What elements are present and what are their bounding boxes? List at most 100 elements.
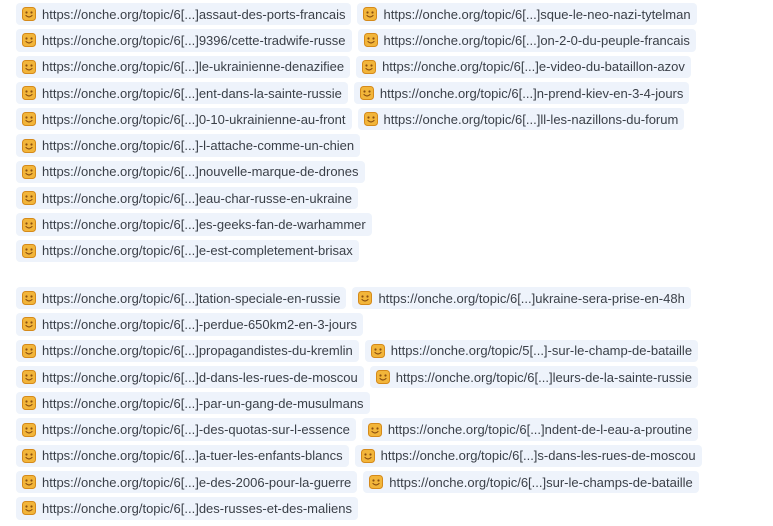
- smiley-icon: [22, 317, 36, 332]
- link-row: https://onche.org/topic/6[...]e-des-2006…: [16, 471, 773, 494]
- topic-link[interactable]: https://onche.org/topic/6[...]eau-char-r…: [16, 187, 358, 210]
- link-group: https://onche.org/topic/6[...]assaut-des…: [0, 0, 773, 262]
- topic-link-text: https://onche.org/topic/6[...]eau-char-r…: [42, 190, 352, 206]
- topic-link[interactable]: https://onche.org/topic/6[...]-par-un-ga…: [16, 392, 370, 415]
- topic-link[interactable]: https://onche.org/topic/6[...]a-tuer-les…: [16, 444, 349, 468]
- topic-link-text: https://onche.org/topic/6[...]0-10-ukrai…: [42, 111, 346, 127]
- smiley-icon: [22, 370, 36, 384]
- topic-link-text: https://onche.org/topic/6[...]on-2-0-du-…: [383, 32, 690, 48]
- topic-link-text: https://onche.org/topic/6[...]-des-quota…: [42, 422, 350, 438]
- topic-link[interactable]: https://onche.org/topic/6[...]on-2-0-du-…: [357, 29, 696, 52]
- smiley-icon: [22, 217, 36, 232]
- smiley-icon: [369, 475, 384, 490]
- link-row: https://onche.org/topic/6[...]a-tuer-les…: [16, 444, 773, 468]
- topic-link[interactable]: https://onche.org/topic/6[...]e-est-comp…: [16, 239, 359, 262]
- topic-link[interactable]: https://onche.org/topic/6[...]nouvelle-m…: [16, 160, 365, 184]
- link-list: https://onche.org/topic/6[...]assaut-des…: [0, 0, 773, 520]
- smiley-icon: [362, 59, 377, 74]
- topic-link[interactable]: https://onche.org/topic/6[...]sque-le-ne…: [357, 3, 697, 26]
- topic-link[interactable]: https://onche.org/topic/6[...]ent-dans-l…: [16, 81, 348, 105]
- link-row: https://onche.org/topic/6[...]0-10-ukrai…: [16, 108, 773, 131]
- topic-link-text: https://onche.org/topic/6[...]-perdue-65…: [42, 316, 358, 332]
- topic-link-text: https://onche.org/topic/6[...]d-dans-les…: [42, 369, 358, 385]
- topic-link-text: https://onche.org/topic/6[...]ent-dans-l…: [42, 85, 342, 101]
- link-group: https://onche.org/topic/6[...]tation-spe…: [0, 266, 773, 520]
- smiley-icon: [375, 370, 390, 384]
- topic-link[interactable]: https://onche.org/topic/6[...]des-russes…: [16, 497, 358, 520]
- topic-link-text: https://onche.org/topic/6[...]ndent-de-l…: [387, 422, 693, 438]
- smiley-icon: [22, 291, 36, 306]
- link-row: https://onche.org/topic/6[...]assaut-des…: [16, 3, 773, 26]
- link-row: https://onche.org/topic/6[...]propagandi…: [16, 339, 773, 362]
- topic-link-text: https://onche.org/topic/6[...]e-des-2006…: [42, 474, 352, 490]
- topic-link[interactable]: https://onche.org/topic/6[...]-l-attache…: [16, 134, 361, 157]
- topic-link-text: https://onche.org/topic/6[...]es-geeks-f…: [42, 217, 366, 233]
- smiley-icon: [22, 59, 36, 74]
- smiley-icon: [22, 86, 36, 101]
- smiley-icon: [363, 33, 378, 48]
- topic-link-text: https://onche.org/topic/5[...]-sur-le-ch…: [390, 343, 693, 359]
- link-row: https://onche.org/topic/6[...]-par-un-ga…: [16, 392, 773, 415]
- topic-link[interactable]: https://onche.org/topic/6[...]-perdue-65…: [16, 313, 364, 336]
- smiley-icon: [22, 422, 36, 437]
- topic-link[interactable]: https://onche.org/topic/6[...]ll-les-naz…: [357, 108, 685, 131]
- topic-link-text: https://onche.org/topic/6[...]leurs-de-l…: [395, 369, 693, 385]
- smiley-icon: [363, 112, 378, 127]
- link-row: https://onche.org/topic/6[...]tation-spe…: [16, 286, 773, 310]
- topic-link[interactable]: https://onche.org/topic/6[...]-des-quota…: [16, 418, 356, 441]
- smiley-icon: [359, 86, 374, 101]
- topic-link-text: https://onche.org/topic/6[...]e-est-comp…: [42, 243, 353, 259]
- smiley-icon: [22, 138, 36, 153]
- topic-link-text: https://onche.org/topic/6[...]a-tuer-les…: [42, 448, 343, 464]
- topic-link-text: https://onche.org/topic/6[...]s-dans-les…: [380, 448, 696, 464]
- topic-link[interactable]: https://onche.org/topic/6[...]sur-le-cha…: [363, 471, 699, 494]
- topic-link[interactable]: https://onche.org/topic/6[...]assaut-des…: [16, 3, 352, 26]
- link-row: https://onche.org/topic/6[...]eau-char-r…: [16, 187, 773, 210]
- smiley-icon: [22, 475, 36, 490]
- topic-link-text: https://onche.org/topic/6[...]propagandi…: [42, 343, 353, 359]
- smiley-icon: [22, 448, 36, 463]
- smiley-icon: [363, 7, 378, 22]
- topic-link-text: https://onche.org/topic/6[...]-par-un-ga…: [42, 395, 364, 411]
- topic-link[interactable]: https://onche.org/topic/6[...]leurs-de-l…: [369, 365, 699, 389]
- topic-link[interactable]: https://onche.org/topic/6[...]9396/cette…: [16, 29, 352, 52]
- topic-link-text: https://onche.org/topic/6[...]n-prend-ki…: [379, 85, 684, 101]
- topic-link[interactable]: https://onche.org/topic/6[...]n-prend-ki…: [353, 81, 690, 105]
- smiley-icon: [22, 343, 36, 358]
- topic-link-text: https://onche.org/topic/6[...]ll-les-naz…: [383, 111, 679, 127]
- topic-link[interactable]: https://onche.org/topic/5[...]-sur-le-ch…: [364, 339, 699, 362]
- topic-link[interactable]: https://onche.org/topic/6[...]e-des-2006…: [16, 471, 358, 494]
- topic-link[interactable]: https://onche.org/topic/6[...]s-dans-les…: [354, 444, 702, 468]
- smiley-icon: [22, 33, 36, 48]
- topic-link[interactable]: https://onche.org/topic/6[...]es-geeks-f…: [16, 213, 372, 236]
- smiley-icon: [370, 343, 385, 358]
- topic-link[interactable]: https://onche.org/topic/6[...]d-dans-les…: [16, 365, 364, 389]
- smiley-icon: [22, 501, 36, 516]
- smiley-icon: [22, 191, 36, 206]
- topic-link[interactable]: https://onche.org/topic/6[...]ukraine-se…: [352, 286, 691, 310]
- topic-link-text: https://onche.org/topic/6[...]ukraine-se…: [378, 290, 685, 306]
- topic-link-text: https://onche.org/topic/6[...]tation-spe…: [42, 290, 341, 306]
- link-row: https://onche.org/topic/6[...]des-russes…: [16, 497, 773, 520]
- topic-link[interactable]: https://onche.org/topic/6[...]ndent-de-l…: [361, 418, 699, 441]
- topic-link-text: https://onche.org/topic/6[...]e-video-du…: [382, 59, 685, 75]
- topic-link[interactable]: https://onche.org/topic/6[...]tation-spe…: [16, 286, 347, 310]
- link-row: https://onche.org/topic/6[...]le-ukraini…: [16, 55, 773, 78]
- topic-link[interactable]: https://onche.org/topic/6[...]le-ukraini…: [16, 55, 351, 78]
- topic-link-text: https://onche.org/topic/6[...]le-ukraini…: [42, 59, 345, 75]
- topic-link-text: https://onche.org/topic/6[...]9396/cette…: [42, 32, 346, 48]
- link-row: https://onche.org/topic/6[...]es-geeks-f…: [16, 213, 773, 236]
- topic-link[interactable]: https://onche.org/topic/6[...]propagandi…: [16, 339, 359, 362]
- smiley-icon: [22, 164, 36, 179]
- topic-link[interactable]: https://onche.org/topic/6[...]e-video-du…: [356, 55, 691, 78]
- link-row: https://onche.org/topic/6[...]ent-dans-l…: [16, 81, 773, 105]
- link-row: https://onche.org/topic/6[...]nouvelle-m…: [16, 160, 773, 184]
- topic-link[interactable]: https://onche.org/topic/6[...]0-10-ukrai…: [16, 108, 352, 131]
- topic-link-text: https://onche.org/topic/6[...]assaut-des…: [42, 6, 346, 22]
- smiley-icon: [22, 243, 36, 258]
- smiley-icon: [22, 7, 36, 22]
- link-row: https://onche.org/topic/6[...]d-dans-les…: [16, 365, 773, 389]
- topic-link-text: https://onche.org/topic/6[...]des-russes…: [42, 500, 352, 516]
- topic-link-text: https://onche.org/topic/6[...]nouvelle-m…: [42, 164, 359, 180]
- topic-link-text: https://onche.org/topic/6[...]sur-le-cha…: [389, 474, 693, 490]
